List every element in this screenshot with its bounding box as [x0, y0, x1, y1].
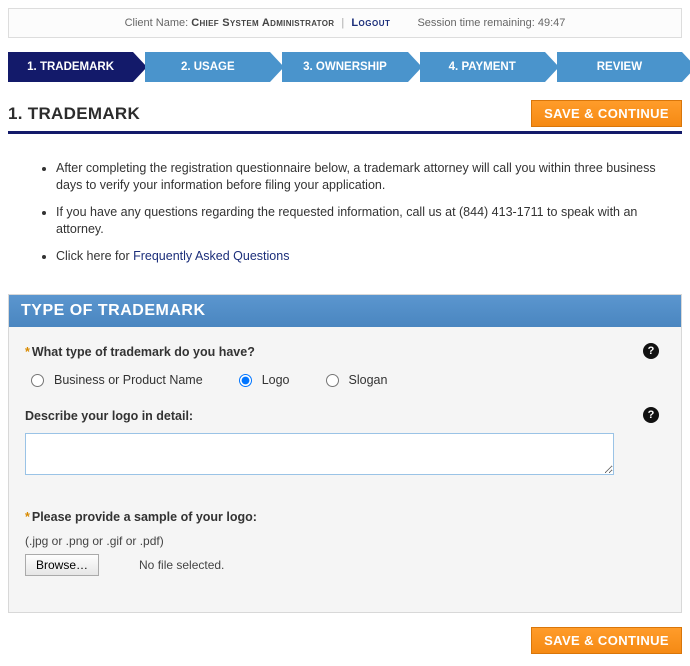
radio-label: Logo — [262, 373, 290, 387]
step-label: 3. OWNERSHIP — [303, 61, 387, 73]
separator: | — [341, 17, 347, 29]
page-title: 1. TRADEMARK — [8, 104, 140, 124]
session-time: 49:47 — [538, 17, 566, 29]
step-review[interactable]: REVIEW — [557, 52, 682, 82]
session-label: Session time remaining: — [417, 17, 537, 29]
step-ownership[interactable]: 3. OWNERSHIP — [282, 52, 407, 82]
required-marker: * — [25, 510, 30, 524]
step-label: REVIEW — [597, 61, 642, 73]
radio-label: Slogan — [349, 373, 388, 387]
step-label: 2. USAGE — [181, 61, 235, 73]
intro-item: If you have any questions regarding the … — [56, 204, 670, 238]
radio-option-business[interactable]: Business or Product Name — [31, 373, 203, 387]
step-payment[interactable]: 4. PAYMENT — [420, 52, 545, 82]
browse-button[interactable]: Browse… — [25, 554, 99, 576]
client-label: Client Name: — [125, 17, 192, 29]
radio-option-slogan[interactable]: Slogan — [326, 373, 388, 387]
radio-input[interactable] — [31, 374, 44, 387]
step-usage[interactable]: 2. USAGE — [145, 52, 270, 82]
logout-link[interactable]: Logout — [351, 17, 390, 29]
file-hint: (.jpg or .png or .gif or .pdf) — [25, 534, 665, 548]
field-label: Describe your logo in detail: — [25, 409, 665, 423]
required-marker: * — [25, 345, 30, 359]
faq-prefix: Click here for — [56, 249, 133, 263]
field-sample-logo: *Please provide a sample of your logo: (… — [25, 510, 665, 576]
field-trademark-type: *What type of trademark do you have? ? B… — [25, 345, 665, 395]
radio-label: Business or Product Name — [54, 373, 203, 387]
type-of-trademark-card: TYPE OF TRADEMARK *What type of trademar… — [8, 294, 682, 613]
faq-link[interactable]: Frequently Asked Questions — [133, 249, 289, 263]
card-title: TYPE OF TRADEMARK — [9, 295, 681, 327]
intro-block: After completing the registration questi… — [8, 146, 682, 284]
save-continue-button-bottom[interactable]: SAVE & CONTINUE — [531, 627, 682, 654]
step-trademark[interactable]: 1. TRADEMARK — [8, 52, 133, 82]
intro-item: After completing the registration questi… — [56, 160, 670, 194]
session-remaining: Session time remaining: 49:47 — [417, 17, 565, 29]
step-label: 4. PAYMENT — [449, 61, 516, 73]
progress-steps: 1. TRADEMARK 2. USAGE 3. OWNERSHIP 4. PA… — [8, 52, 682, 82]
radio-option-logo[interactable]: Logo — [239, 373, 290, 387]
radio-input[interactable] — [326, 374, 339, 387]
describe-logo-textarea[interactable] — [25, 433, 614, 475]
trademark-type-radios: Business or Product Name Logo Slogan — [25, 369, 665, 395]
intro-item-faq: Click here for Frequently Asked Question… — [56, 248, 670, 265]
title-row: 1. TRADEMARK SAVE & CONTINUE — [8, 100, 682, 134]
save-continue-button-top[interactable]: SAVE & CONTINUE — [531, 100, 682, 127]
radio-input[interactable] — [239, 374, 252, 387]
step-label: 1. TRADEMARK — [27, 61, 114, 73]
footer-actions: SAVE & CONTINUE — [8, 627, 682, 654]
field-label: What type of trademark do you have? — [32, 345, 255, 359]
field-describe-logo: Describe your logo in detail: ? — [25, 409, 665, 478]
client-name: Chief System Administrator — [191, 17, 334, 29]
field-label: Please provide a sample of your logo: — [32, 510, 257, 524]
client-header: Client Name: Chief System Administrator … — [8, 8, 682, 38]
no-file-selected: No file selected. — [139, 558, 224, 572]
